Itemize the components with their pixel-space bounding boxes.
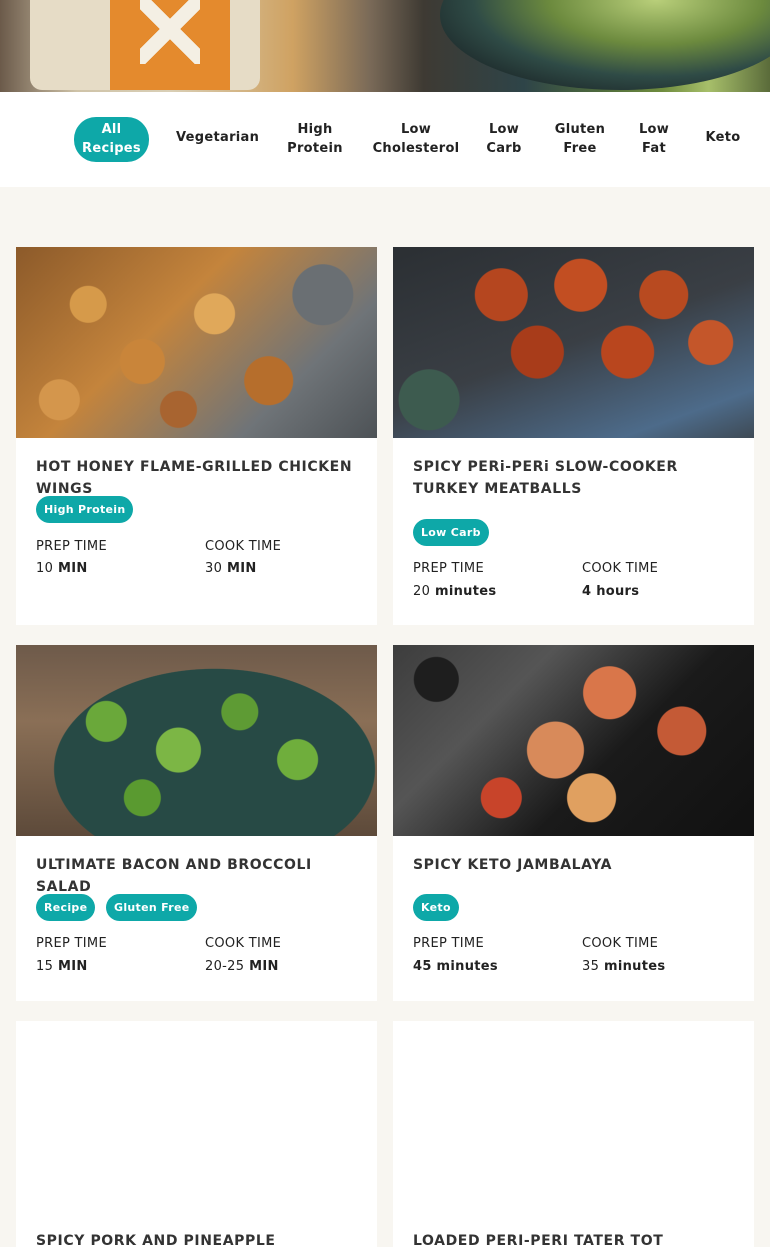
cook-time-value: 30 MIN [205, 561, 257, 576]
recipe-card[interactable]: ULTIMATE BACON AND BROCCOLI SALAD Recipe… [16, 645, 377, 1001]
prep-time-value: 45 minutes [413, 959, 498, 974]
cook-time-label: COOK TIME [205, 539, 282, 554]
recipe-tag[interactable]: Gluten Free [106, 894, 198, 921]
recipe-card[interactable]: LOADED PERI-PERI TATER TOT SKEWERS [393, 1021, 754, 1247]
recipe-photo[interactable] [393, 645, 754, 836]
filter-all-recipes[interactable]: All Recipes [74, 117, 149, 162]
recipe-photo-placeholder[interactable] [16, 1021, 377, 1212]
cook-time-label: COOK TIME [582, 561, 659, 576]
filter-high-protein[interactable]: High Protein [280, 120, 350, 158]
recipe-card[interactable]: SPICY PORK AND PINEAPPLE SKEWERS [16, 1021, 377, 1247]
prep-time-label: PREP TIME [413, 561, 484, 576]
recipe-title[interactable]: SPICY PERi-PERi SLOW-COOKER TURKEY MEATB… [413, 456, 733, 500]
filter-low-cholesterol[interactable]: Low Cholesterol [371, 120, 461, 158]
broccoli-bowl-image [440, 0, 770, 90]
recipe-photo[interactable] [16, 247, 377, 438]
recipe-card[interactable]: HOT HONEY FLAME-GRILLED CHICKEN WINGS Hi… [16, 247, 377, 625]
filter-vegetarian[interactable]: Vegetarian [176, 128, 259, 147]
recipe-title[interactable]: SPICY PORK AND PINEAPPLE SKEWERS [36, 1230, 356, 1247]
recipe-photo[interactable] [16, 645, 377, 836]
filter-low-carb[interactable]: Low Carb [479, 120, 529, 158]
cook-time-label: COOK TIME [582, 936, 659, 951]
cook-time-value: 20-25 MIN [205, 959, 279, 974]
recipe-card[interactable]: SPICY PERi-PERi SLOW-COOKER TURKEY MEATB… [393, 247, 754, 625]
prep-time-value: 20 minutes [413, 584, 497, 599]
filter-gluten-free[interactable]: Gluten Free [552, 120, 608, 158]
recipe-card[interactable]: SPICY KETO JAMBALAYA Keto PREP TIME 45 m… [393, 645, 754, 1001]
prep-time-value: 15 MIN [36, 959, 88, 974]
recipe-tag[interactable]: Keto [413, 894, 459, 921]
cook-time-value: 4 hours [582, 584, 640, 599]
hero-image [0, 0, 770, 92]
filter-keto[interactable]: Keto [700, 128, 746, 147]
recipe-photo-placeholder[interactable] [393, 1021, 754, 1212]
recipe-title[interactable]: LOADED PERI-PERI TATER TOT SKEWERS [413, 1230, 733, 1247]
recipe-title[interactable]: ULTIMATE BACON AND BROCCOLI SALAD [36, 854, 356, 898]
prep-time-value: 10 MIN [36, 561, 88, 576]
recipe-title[interactable]: HOT HONEY FLAME-GRILLED CHICKEN WINGS [36, 456, 356, 500]
prep-time-label: PREP TIME [36, 539, 107, 554]
recipe-tag[interactable]: High Protein [36, 496, 134, 523]
recipe-title[interactable]: SPICY KETO JAMBALAYA [413, 854, 733, 876]
recipe-tag[interactable]: Recipe [36, 894, 96, 921]
filter-low-fat[interactable]: Low Fat [632, 120, 676, 158]
sauce-bottle-image [30, 0, 260, 90]
cook-time-label: COOK TIME [205, 936, 282, 951]
cook-time-value: 35 minutes [582, 959, 666, 974]
prep-time-label: PREP TIME [413, 936, 484, 951]
prep-time-label: PREP TIME [36, 936, 107, 951]
recipe-filter-bar: All Recipes Vegetarian High Protein Low … [0, 92, 770, 187]
recipe-photo[interactable] [393, 247, 754, 438]
recipe-tag[interactable]: Low Carb [413, 519, 489, 546]
